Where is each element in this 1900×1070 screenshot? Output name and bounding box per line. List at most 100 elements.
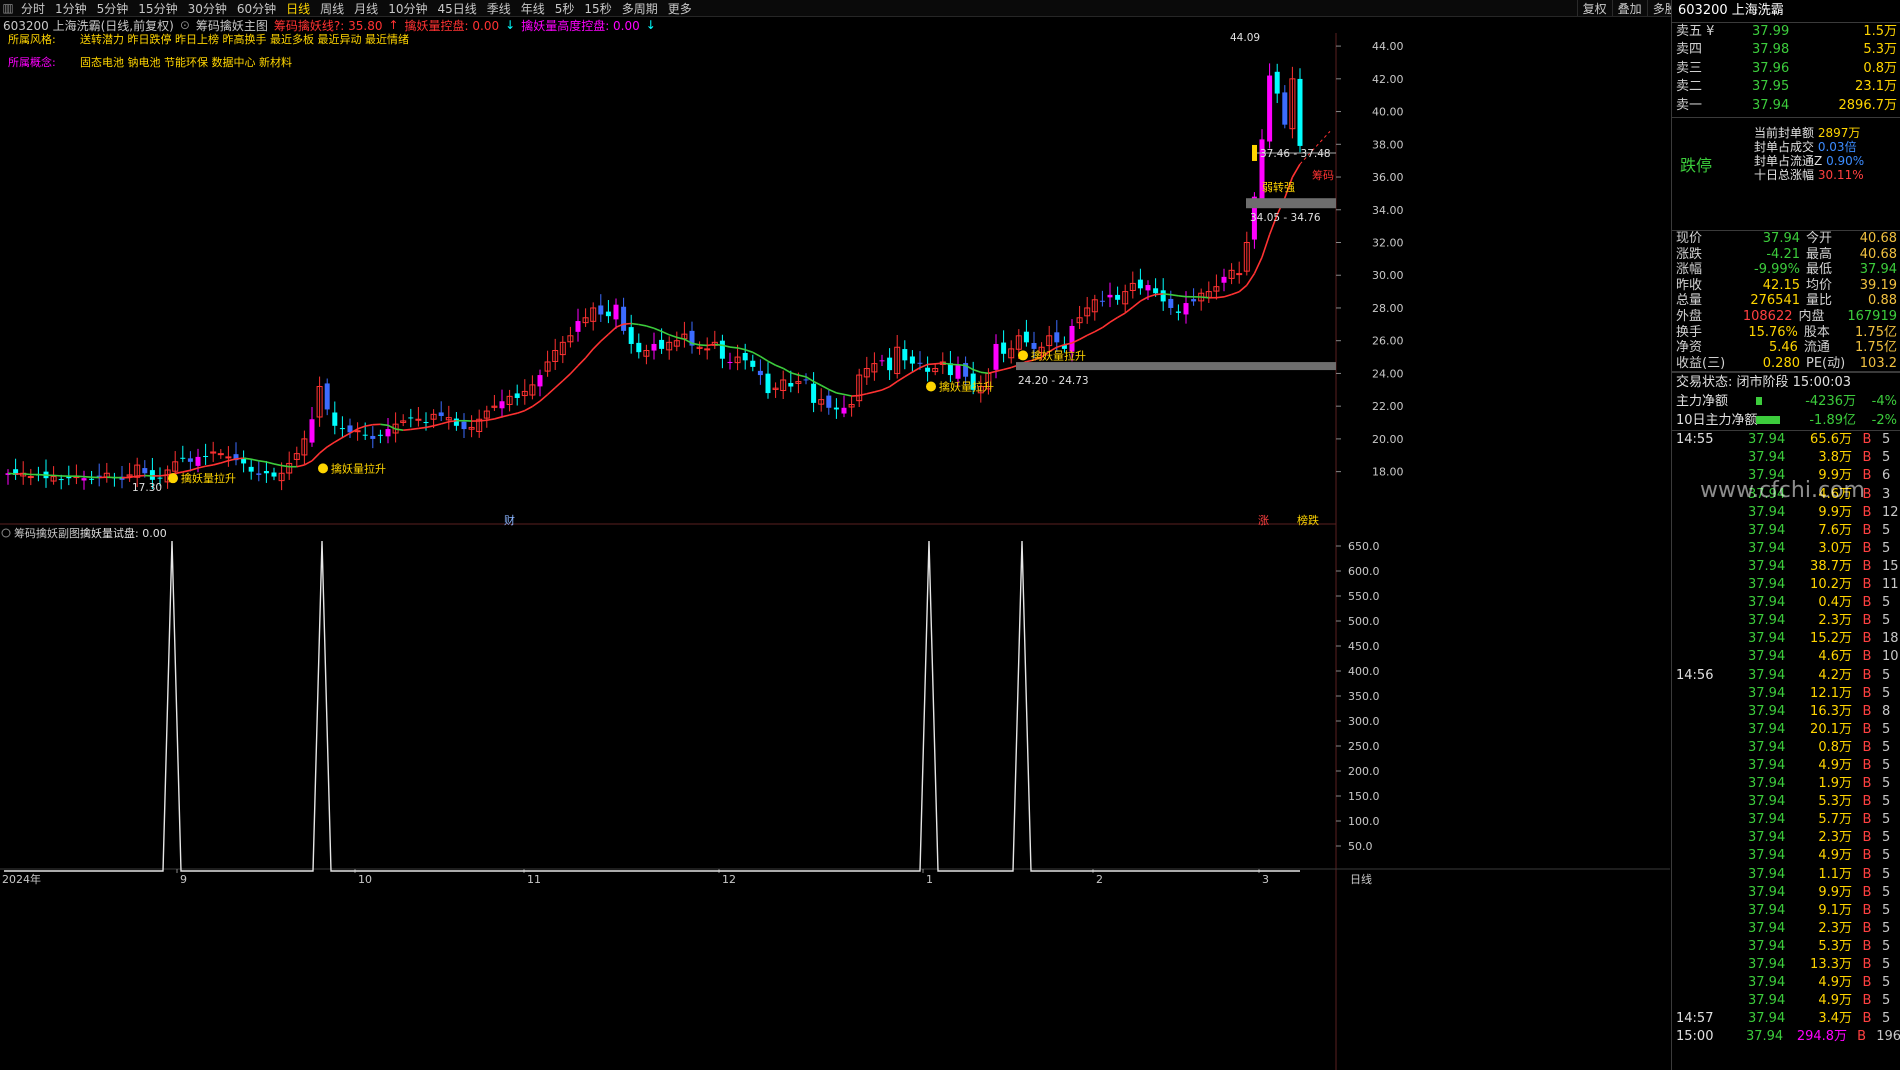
seal-status: 跌停 [1680,155,1713,175]
ma-line-seg [935,362,943,365]
volume-tick-label: 100.0 [1348,815,1380,828]
tick-row: 37.94 9.1万 B 5 [1748,902,1891,918]
candle-body [225,456,232,459]
candle-body [1054,332,1060,343]
tab-11[interactable]: 季线 [482,0,516,16]
timeframe-tabs: 分时 1分钟 5分钟 15分钟 30分钟 60分钟 日线 周线 月线 10分钟 45日线 季线 年线 5秒… [16,0,697,16]
weak-strong-label: 弱转强 [1262,180,1295,194]
quote-row-3: 昨收 42.15 均价 39.19 [1676,277,1897,293]
candle-body [149,470,155,480]
ma-line-seg [1178,295,1187,298]
main-flow10-pct: -2% [1871,413,1897,429]
ma-line-seg [767,360,776,366]
candle-body [575,321,581,332]
tick-row: 37.94 12.1万 B 5 [1748,685,1891,701]
tab-10[interactable]: 45日线 [432,0,481,16]
tab-5[interactable]: 60分钟 [232,0,281,16]
ma-line-seg [919,363,928,369]
style-tags-label: 所属风格: [8,33,56,46]
ma-line-seg [927,362,936,366]
tab-1[interactable]: 1分钟 [50,0,92,16]
date-label: 12 [722,873,736,886]
tick-row: 37.94 7.6万 B 5 [1748,522,1891,538]
tab-8[interactable]: 月线 [349,0,383,16]
ma-line-seg [205,464,214,468]
ma-line-seg [988,370,997,375]
ma-line-seg [1163,293,1171,296]
candle-body [415,418,422,421]
candle-body [332,412,338,426]
tool-button-1[interactable]: 叠加 [1611,0,1647,16]
ma-line-seg [251,458,259,462]
band2-label: 34.05 - 34.76 [1250,212,1321,224]
tick-list[interactable]: 14:55 37.94 65.6万 B 5 37.94 3.8万 B 5 37.94 9.9万 B 6 3… [1672,430,1900,1046]
quote-row-1: 涨跌 -4.21 最高 40.68 [1676,246,1897,262]
template-name[interactable]: 筹码擒妖主图 [196,17,268,34]
candle-body [1160,290,1166,302]
ma-line-seg [1253,256,1263,274]
candle-body [1168,298,1174,308]
price-band-3 [1016,362,1336,371]
tab-7[interactable]: 周线 [315,0,349,16]
ma-line-seg [1223,293,1232,298]
ma-line-seg [798,374,807,378]
price-tick-label: 24.00 [1372,367,1404,380]
price-tick-label: 36.00 [1372,171,1404,184]
candle-body [385,429,391,437]
tick-row: 37.94 5.3万 B 5 [1748,938,1891,954]
candle-body [309,419,315,443]
ask-row-1[interactable]: 卖四 37.98 5.3万 [1672,41,1900,59]
candle-body [195,456,201,466]
tab-6[interactable]: 日线 [281,0,315,16]
tab-12[interactable]: 年线 [516,0,550,16]
ma-line-seg [197,465,206,469]
ma-line-seg [729,346,738,349]
collapse-icon[interactable]: ⊙ [180,18,190,32]
candle-body [1031,343,1037,349]
candle-body [902,349,908,361]
tab-14[interactable]: 15秒 [579,0,616,16]
tick-row: 37.94 1.9万 B 5 [1748,776,1891,792]
candle-body [217,453,224,456]
grid-icon[interactable]: ▥ [0,1,16,15]
high-label: 44.09 [1230,33,1260,44]
tab-15[interactable]: 多周期 [617,0,663,16]
kline-chart[interactable]: 44.00 42.00 40.00 38.00 36.00 34.00 32.00 30.00… [0,33,1670,1070]
candle-body [598,305,604,315]
ask-row-0[interactable]: 卖五 ¥ 37.99 1.5万 [1672,23,1900,41]
ma-line-seg [904,371,913,378]
tab-4[interactable]: 30分钟 [183,0,232,16]
ask-label: 卖四 [1676,42,1703,58]
tick-row: 37.94 1.1万 B 5 [1748,866,1891,882]
ask-price: 37.96 [1752,60,1790,76]
candle-body [324,383,330,410]
tool-button-0[interactable]: 复权 [1576,0,1612,16]
candle-body [1221,276,1227,283]
ask-row-4[interactable]: 卖一 37.94 2896.7万 [1672,97,1900,115]
candle-body [613,304,619,320]
tick-row: 37.94 2.3万 B 5 [1748,920,1891,936]
band3-label: 24.20 - 24.73 [1018,375,1089,387]
ma-line-seg [1216,296,1225,299]
ma-line-seg [859,392,867,397]
quote-row-5: 外盘 108622 内盘 167919 [1676,308,1897,324]
tab-9[interactable]: 10分钟 [383,0,432,16]
ask-row-2[interactable]: 卖三 37.96 0.8万 [1672,60,1900,78]
price-tick-label: 18.00 [1372,466,1404,479]
volume-tick-label: 450.0 [1348,640,1380,653]
ma-line-seg [752,351,761,358]
candle-body [499,401,505,409]
tab-3[interactable]: 15分钟 [133,0,182,16]
tab-16[interactable]: 更多 [663,0,697,16]
ma-line-seg [486,418,495,422]
candle-body [727,361,733,363]
ma-line-seg [1003,366,1012,371]
ma-line-seg [326,441,336,448]
tab-2[interactable]: 5分钟 [92,0,134,16]
tab-0[interactable]: 分时 [16,0,50,16]
seal-line-3: 十日总涨幅 30.11% [1754,167,1864,182]
candle-body [81,478,87,481]
ma-line-seg [911,367,921,373]
tab-13[interactable]: 5秒 [550,0,580,16]
ask-row-3[interactable]: 卖二 37.95 23.1万 [1672,78,1900,96]
